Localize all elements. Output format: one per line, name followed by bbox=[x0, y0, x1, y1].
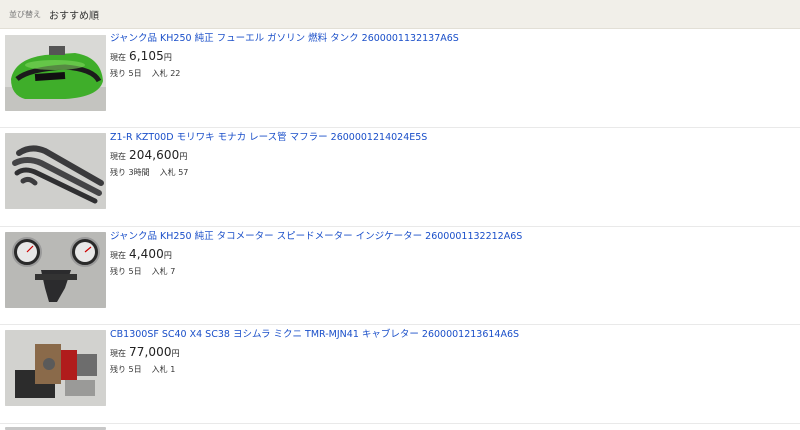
current-price: 204,600 bbox=[129, 148, 180, 162]
bids-label: 入札 bbox=[151, 267, 168, 276]
meta-row: 残り 5日 入札 7 bbox=[110, 266, 522, 277]
price-row: 現在 77,000円 bbox=[110, 343, 519, 362]
price-label: 現在 bbox=[110, 152, 126, 161]
meta-row: 残り 5日 入札 22 bbox=[110, 68, 459, 79]
remaining-time: 5日 bbox=[128, 267, 142, 276]
remaining-label: 残り bbox=[110, 168, 126, 177]
remaining-label: 残り bbox=[110, 69, 126, 78]
bid-count: 22 bbox=[170, 69, 181, 78]
listing-item-partial bbox=[0, 425, 800, 430]
listing-title-link[interactable]: ジャンク品 KH250 純正 タコメーター スピードメーター インジケーター 2… bbox=[110, 231, 522, 243]
currency-unit: 円 bbox=[179, 152, 188, 161]
current-price: 77,000 bbox=[129, 345, 172, 359]
price-label: 現在 bbox=[110, 349, 126, 358]
bid-count: 7 bbox=[170, 267, 176, 276]
price-row: 現在 4,400円 bbox=[110, 245, 522, 264]
listing-item: CB1300SF SC40 X4 SC38 ヨシムラ ミクニ TMR-MJN41… bbox=[0, 325, 800, 424]
bids-label: 入札 bbox=[151, 69, 168, 78]
current-price: 4,400 bbox=[129, 247, 164, 261]
bid-count: 57 bbox=[178, 168, 189, 177]
bids-label: 入札 bbox=[151, 365, 168, 374]
currency-unit: 円 bbox=[163, 251, 172, 260]
meta-row: 残り 3時間 入札 57 bbox=[110, 167, 427, 178]
currency-unit: 円 bbox=[163, 53, 172, 62]
product-thumbnail[interactable] bbox=[5, 330, 106, 406]
listing-item: Z1-R KZT00D モリワキ モナカ レース管 マフラー 260000121… bbox=[0, 128, 800, 227]
bid-count: 1 bbox=[170, 365, 176, 374]
remaining-time: 3時間 bbox=[128, 168, 150, 177]
listing-title-link[interactable]: ジャンク品 KH250 純正 フューエル ガソリン 燃料 タンク 2600001… bbox=[110, 33, 459, 45]
listing-item: ジャンク品 KH250 純正 タコメーター スピードメーター インジケーター 2… bbox=[0, 227, 800, 325]
remaining-label: 残り bbox=[110, 267, 126, 276]
listing-title-link[interactable]: CB1300SF SC40 X4 SC38 ヨシムラ ミクニ TMR-MJN41… bbox=[110, 329, 519, 341]
product-thumbnail[interactable] bbox=[5, 232, 106, 308]
price-label: 現在 bbox=[110, 251, 126, 260]
current-price: 6,105 bbox=[129, 49, 164, 63]
meta-row: 残り 5日 入札 1 bbox=[110, 364, 519, 375]
product-thumbnail[interactable] bbox=[5, 133, 106, 209]
listing-title-link[interactable]: Z1-R KZT00D モリワキ モナカ レース管 マフラー 260000121… bbox=[110, 132, 427, 144]
price-label: 現在 bbox=[110, 53, 126, 62]
price-row: 現在 204,600円 bbox=[110, 146, 427, 165]
sort-label: 並び替え bbox=[9, 9, 41, 19]
sort-bar: 並び替え おすすめ順 bbox=[0, 0, 800, 29]
currency-unit: 円 bbox=[171, 349, 180, 358]
product-thumbnail[interactable] bbox=[5, 35, 106, 111]
price-row: 現在 6,105円 bbox=[110, 47, 459, 66]
remaining-time: 5日 bbox=[128, 69, 142, 78]
listing-item: ジャンク品 KH250 純正 フューエル ガソリン 燃料 タンク 2600001… bbox=[0, 29, 800, 128]
bids-label: 入札 bbox=[159, 168, 176, 177]
sort-dropdown[interactable]: おすすめ順 bbox=[49, 7, 99, 22]
remaining-label: 残り bbox=[110, 365, 126, 374]
remaining-time: 5日 bbox=[128, 365, 142, 374]
